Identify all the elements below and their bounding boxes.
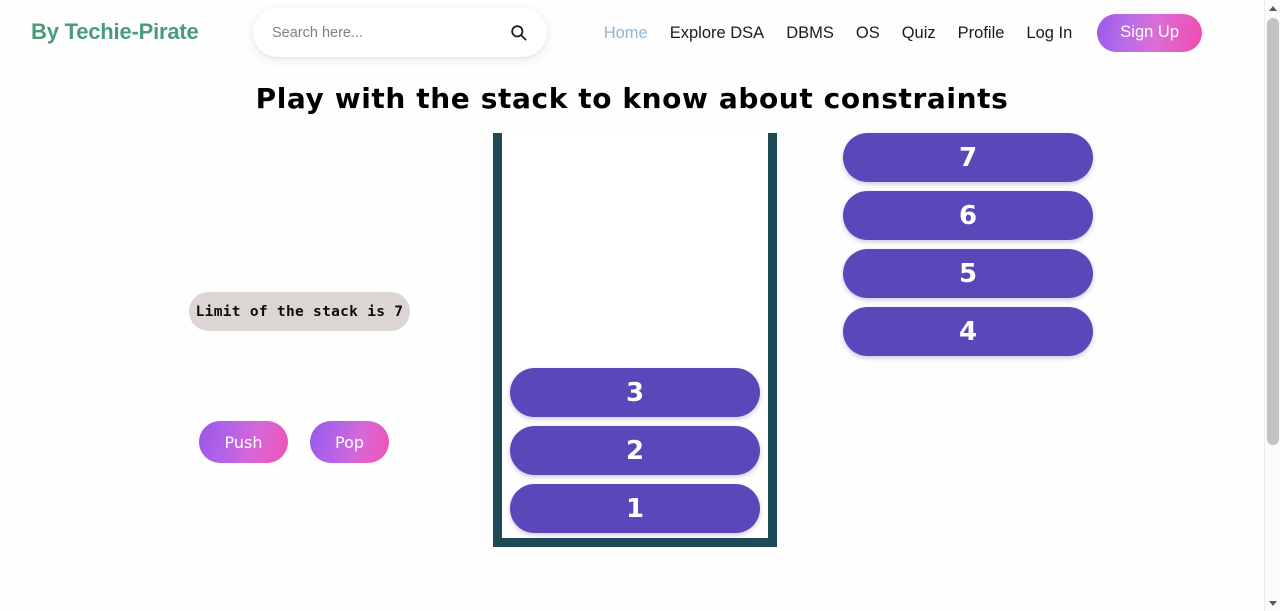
stack-limit-label: Limit of the stack is 7 (189, 292, 410, 331)
pending-blocks-list: 7 6 5 4 (843, 133, 1093, 356)
search-bar[interactable] (253, 8, 547, 57)
nav-link-explore-dsa[interactable]: Explore DSA (659, 24, 775, 43)
pending-block[interactable]: 7 (843, 133, 1093, 182)
stack-container: 3 2 1 (493, 133, 777, 547)
nav-link-quiz[interactable]: Quiz (891, 24, 947, 43)
stack-blocks-list: 3 2 1 (502, 368, 768, 533)
scroll-down-arrow-icon[interactable] (1265, 595, 1280, 611)
stack-block[interactable]: 2 (510, 426, 760, 475)
nav-links: Home Explore DSA DBMS OS Quiz Profile Lo… (593, 0, 1202, 66)
push-button[interactable]: Push (199, 421, 288, 463)
nav-link-dbms[interactable]: DBMS (775, 24, 845, 43)
page-title: Play with the stack to know about constr… (255, 82, 1009, 115)
pop-button[interactable]: Pop (310, 421, 389, 463)
site-brand-logo[interactable]: By Techie-Pirate (31, 19, 199, 45)
scrollbar-thumb[interactable] (1267, 18, 1279, 445)
stack-block[interactable]: 3 (510, 368, 760, 417)
nav-link-os[interactable]: OS (845, 24, 891, 43)
search-icon[interactable] (507, 22, 529, 44)
scroll-up-arrow-icon[interactable] (1265, 0, 1280, 16)
top-navbar: By Techie-Pirate Home Explore DSA DBMS O… (0, 0, 1264, 66)
stack-block[interactable]: 1 (510, 484, 760, 533)
pending-block[interactable]: 6 (843, 191, 1093, 240)
stack-action-buttons: Push Pop (199, 421, 389, 463)
pending-block[interactable]: 4 (843, 307, 1093, 356)
pending-block[interactable]: 5 (843, 249, 1093, 298)
nav-link-login[interactable]: Log In (1015, 24, 1083, 43)
sign-up-button[interactable]: Sign Up (1097, 14, 1202, 52)
nav-link-profile[interactable]: Profile (947, 24, 1016, 43)
page-scrollbar[interactable] (1264, 0, 1280, 611)
nav-link-home[interactable]: Home (593, 24, 659, 43)
page-root: By Techie-Pirate Home Explore DSA DBMS O… (0, 0, 1280, 611)
search-input[interactable] (267, 24, 507, 41)
